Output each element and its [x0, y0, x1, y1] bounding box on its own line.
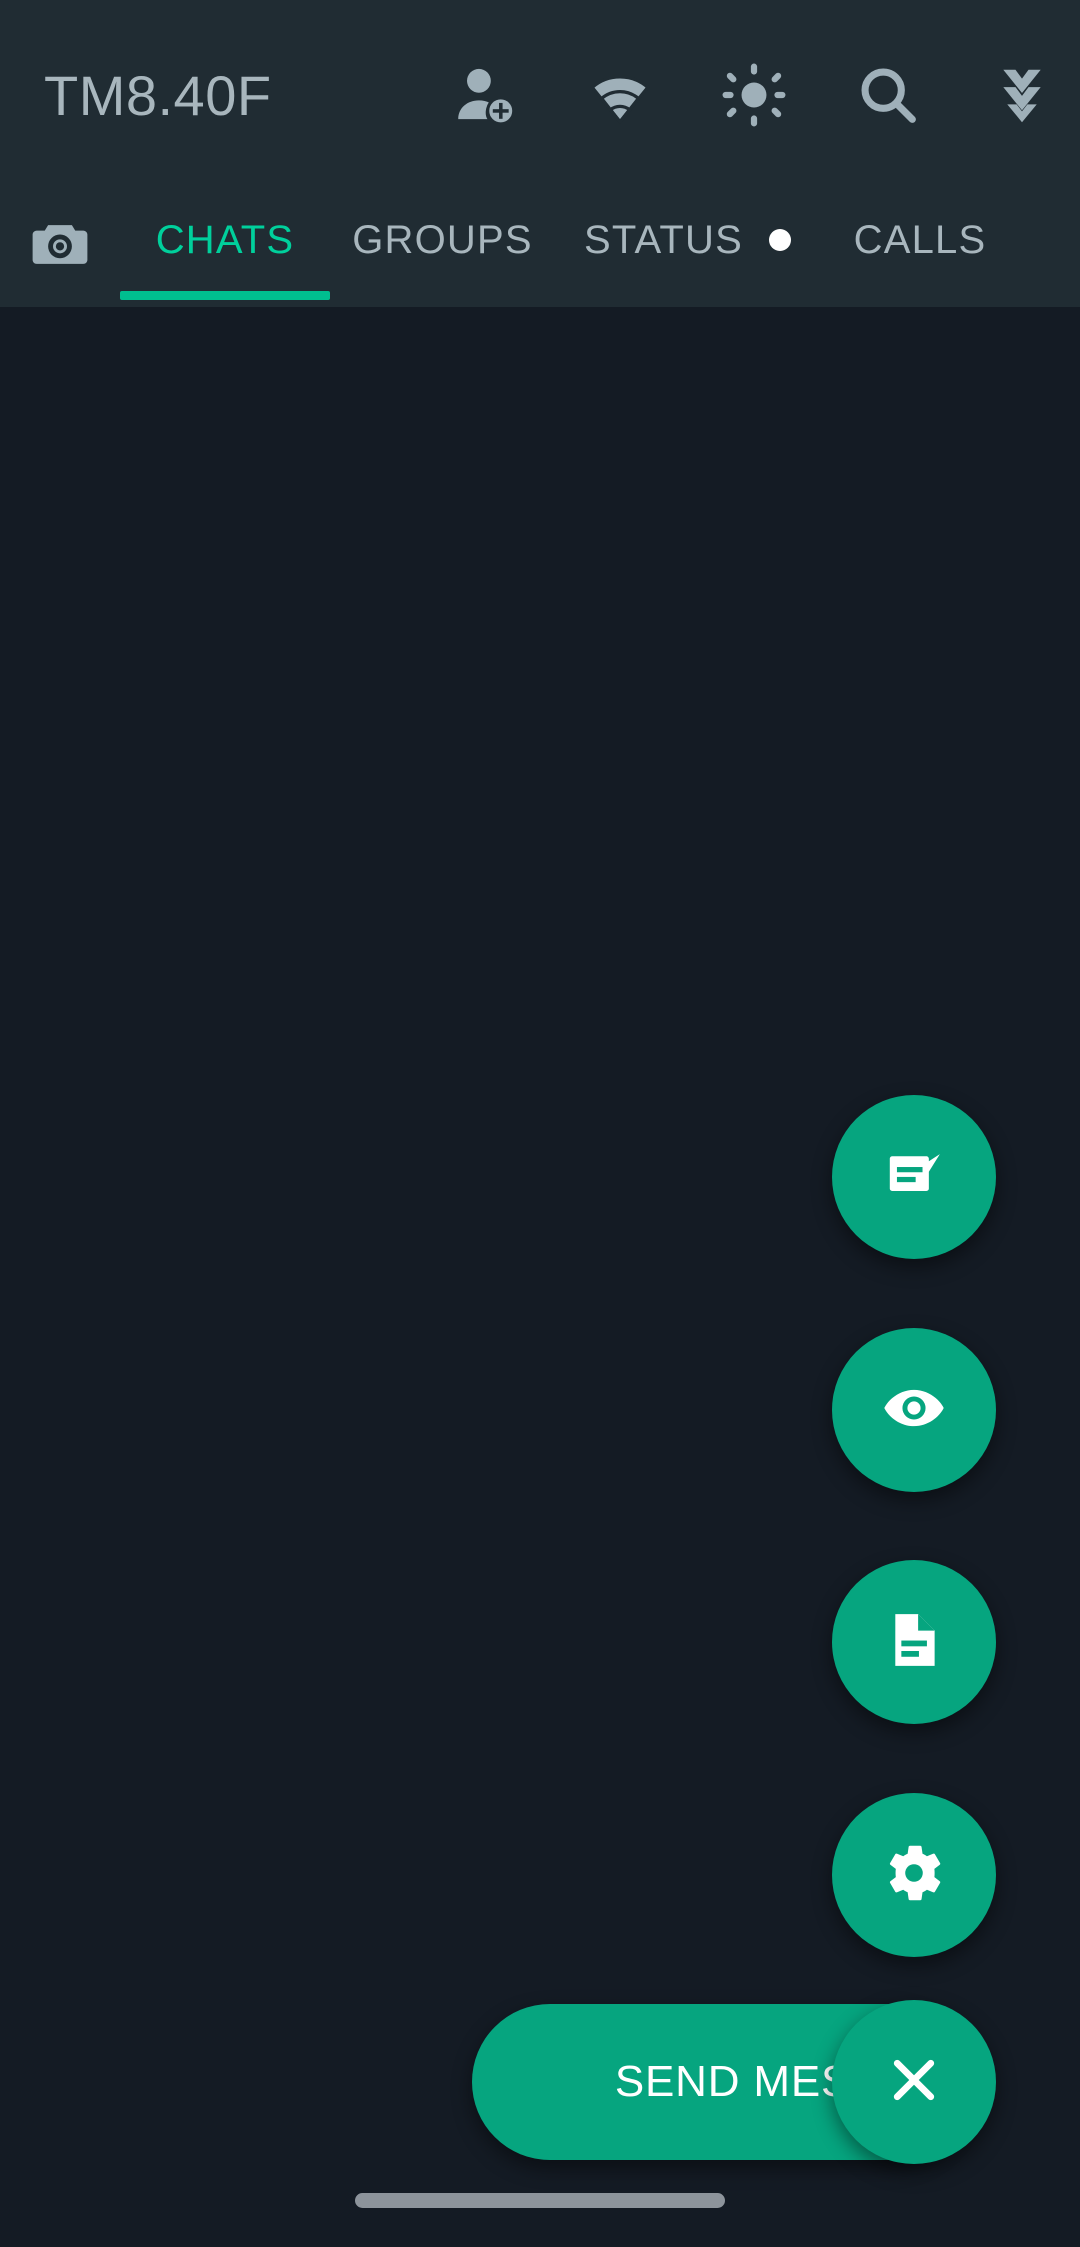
- tab-groups-label: GROUPS: [352, 217, 533, 262]
- page-title: TM8.40F: [44, 63, 272, 127]
- camera-icon[interactable]: [0, 190, 120, 290]
- brightness-icon[interactable]: [718, 59, 790, 131]
- chevron-double-down-icon[interactable]: [986, 59, 1058, 131]
- tab-bar: CHATS GROUPS STATUS CALLS: [0, 190, 1080, 307]
- app-header: TM8.40F CHATS GROUPS STATUS CALLS: [0, 0, 1080, 307]
- app-bar: TM8.40F: [0, 0, 1080, 190]
- tab-status-label: STATUS: [583, 217, 744, 262]
- status-view-fab[interactable]: [832, 1328, 996, 1492]
- app-screen: TM8.40F CHATS GROUPS STATUS CALLS SEND M…: [0, 0, 1080, 2247]
- tab-calls-label: CALLS: [853, 217, 987, 262]
- close-fab[interactable]: [832, 2000, 996, 2164]
- eye-icon: [881, 1375, 947, 1446]
- tab-groups[interactable]: GROUPS: [330, 190, 555, 290]
- tab-status[interactable]: STATUS: [555, 190, 820, 290]
- document-fab[interactable]: [832, 1560, 996, 1724]
- add-contact-icon[interactable]: [450, 59, 522, 131]
- wifi-icon[interactable]: [584, 59, 656, 131]
- tab-chats[interactable]: CHATS: [120, 190, 330, 300]
- active-tab-indicator: [120, 291, 330, 300]
- document-icon: [881, 1607, 947, 1678]
- system-navigation-bar: [0, 2167, 1080, 2247]
- tab-chats-label: CHATS: [155, 217, 295, 262]
- tab-calls[interactable]: CALLS: [820, 190, 1020, 290]
- gear-icon: [883, 1842, 945, 1909]
- gesture-home-pill[interactable]: [355, 2192, 725, 2208]
- send-message-label: SEND MES: [614, 2057, 852, 2106]
- search-icon[interactable]: [852, 59, 924, 131]
- close-icon: [883, 2049, 945, 2116]
- settings-fab[interactable]: [832, 1793, 996, 1957]
- new-message-fab[interactable]: [832, 1095, 996, 1259]
- app-bar-actions: [450, 0, 1058, 190]
- message-bubble-icon: [881, 1142, 947, 1213]
- status-unread-dot: [769, 229, 792, 251]
